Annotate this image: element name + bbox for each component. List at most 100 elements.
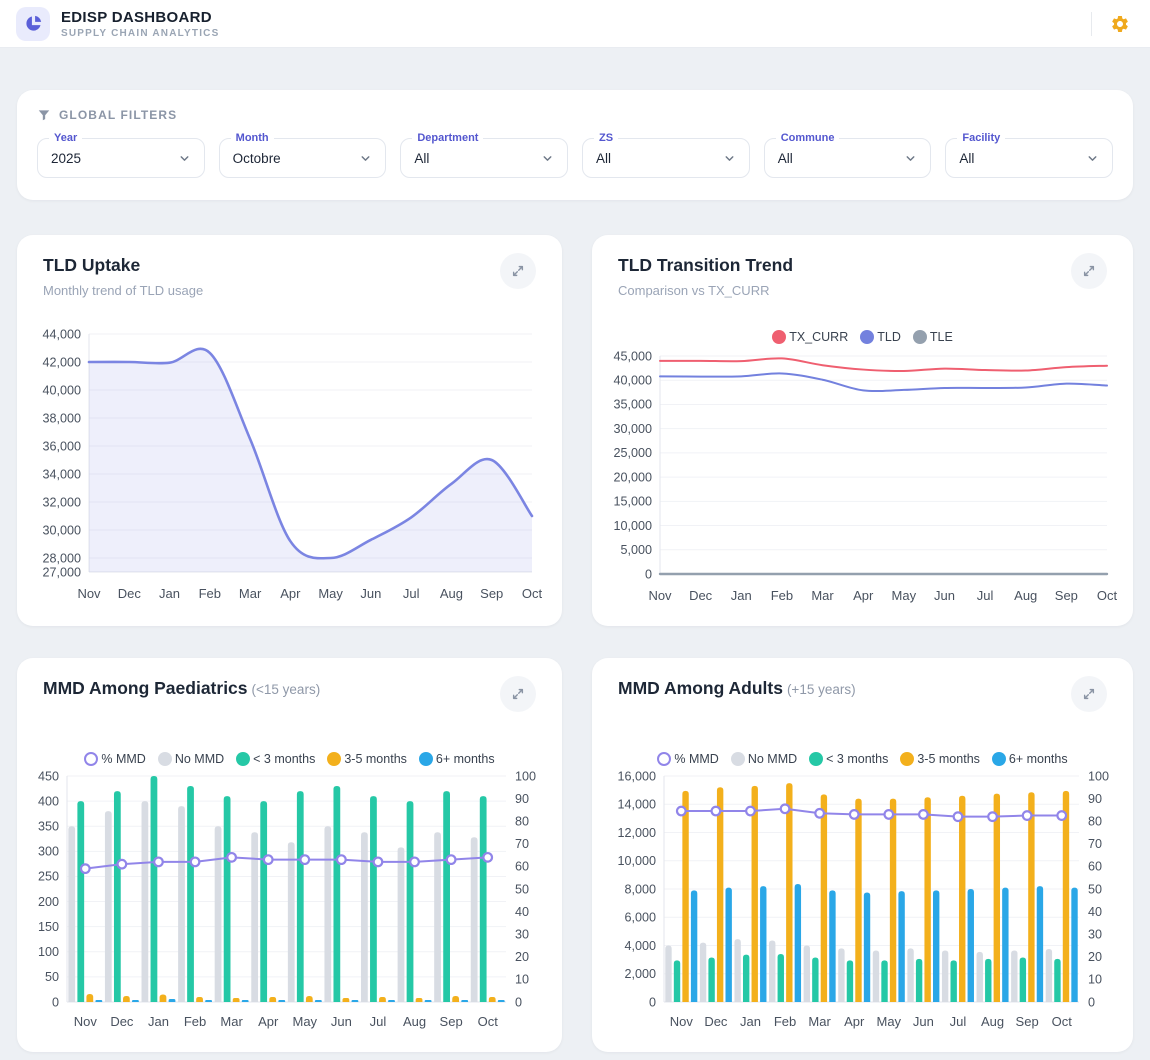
legend-label: % MMD <box>101 752 145 766</box>
legend-item[interactable]: 3-5 months <box>327 752 407 766</box>
legend-item[interactable]: 6+ months <box>419 752 495 766</box>
legend-item[interactable]: TLE <box>913 330 953 344</box>
svg-text:30,000: 30,000 <box>42 523 81 537</box>
svg-text:Jul: Jul <box>950 1014 967 1029</box>
chevron-down-icon <box>723 152 736 165</box>
legend-item[interactable]: 6+ months <box>992 752 1068 766</box>
tld-transition-chart: 45,00040,00035,00030,00025,00020,00015,0… <box>608 348 1117 608</box>
expand-button[interactable] <box>500 676 536 712</box>
svg-text:100: 100 <box>38 945 59 959</box>
svg-text:50: 50 <box>515 882 529 896</box>
legend-label: TLE <box>930 330 953 344</box>
svg-text:Jul: Jul <box>977 588 994 603</box>
legend-dot <box>731 752 745 766</box>
legend-item[interactable]: No MMD <box>158 752 224 766</box>
svg-text:40,000: 40,000 <box>613 374 652 388</box>
svg-text:350: 350 <box>38 820 59 834</box>
legend-dot <box>913 330 927 344</box>
chart-title: MMD Among Adults(+15 years) <box>618 678 856 699</box>
filter-zs[interactable]: ZS All <box>582 138 750 178</box>
svg-text:May: May <box>877 1014 902 1029</box>
svg-text:Mar: Mar <box>239 586 262 601</box>
svg-text:8,000: 8,000 <box>624 882 656 896</box>
legend-item[interactable]: < 3 months <box>236 752 315 766</box>
legend-item[interactable]: TX_CURR <box>772 330 848 344</box>
header-divider <box>1091 12 1092 36</box>
svg-text:50: 50 <box>45 970 59 984</box>
legend-label: < 3 months <box>253 752 315 766</box>
chevron-down-icon <box>178 152 191 165</box>
svg-text:5,000: 5,000 <box>620 543 652 557</box>
svg-text:Aug: Aug <box>440 586 463 601</box>
svg-text:Nov: Nov <box>670 1014 694 1029</box>
expand-button[interactable] <box>1071 676 1107 712</box>
legend-dot <box>236 752 250 766</box>
svg-text:150: 150 <box>38 920 59 934</box>
chart-title: TLD Transition Trend <box>618 255 797 276</box>
legend-dot <box>900 752 914 766</box>
svg-text:Oct: Oct <box>478 1014 499 1029</box>
svg-text:Dec: Dec <box>118 586 142 601</box>
legend-item[interactable]: % MMD <box>657 752 718 766</box>
chevron-down-icon <box>359 152 372 165</box>
filter-label: ZS <box>594 132 618 145</box>
legend-item[interactable]: No MMD <box>731 752 797 766</box>
chevron-down-icon <box>541 152 554 165</box>
chevron-down-icon <box>904 152 917 165</box>
svg-text:36,000: 36,000 <box>42 439 81 453</box>
svg-text:Mar: Mar <box>220 1014 243 1029</box>
filter-label: Department <box>412 132 483 145</box>
svg-text:15,000: 15,000 <box>613 495 652 509</box>
filter-year[interactable]: Year 2025 <box>37 138 205 178</box>
svg-text:300: 300 <box>38 845 59 859</box>
filter-label: Facility <box>957 132 1005 145</box>
svg-text:40: 40 <box>515 905 529 919</box>
expand-button[interactable] <box>500 253 536 289</box>
svg-text:4,000: 4,000 <box>624 939 656 953</box>
svg-text:0: 0 <box>649 995 656 1009</box>
svg-text:Jun: Jun <box>934 588 955 603</box>
filter-value: All <box>778 151 793 166</box>
legend-label: 3-5 months <box>344 752 407 766</box>
legend-item[interactable]: TLD <box>860 330 901 344</box>
legend-dot <box>772 330 786 344</box>
filter-label: Commune <box>776 132 840 145</box>
svg-text:Jul: Jul <box>370 1014 387 1029</box>
chart-card-mmd-paediatrics: MMD Among Paediatrics(<15 years) % MMDNo… <box>17 658 562 1052</box>
svg-text:20: 20 <box>1088 950 1102 964</box>
svg-text:0: 0 <box>515 995 522 1009</box>
svg-text:Jan: Jan <box>740 1014 761 1029</box>
filter-facility[interactable]: Facility All <box>945 138 1113 178</box>
expand-button[interactable] <box>1071 253 1107 289</box>
svg-text:90: 90 <box>515 792 529 806</box>
filter-value: Octobre <box>233 151 281 166</box>
svg-text:Nov: Nov <box>77 586 101 601</box>
svg-text:250: 250 <box>38 870 59 884</box>
svg-text:27,000: 27,000 <box>42 565 81 579</box>
svg-text:30,000: 30,000 <box>613 422 652 436</box>
svg-text:40: 40 <box>1088 905 1102 919</box>
legend-label: No MMD <box>748 752 797 766</box>
legend-item[interactable]: % MMD <box>84 752 145 766</box>
filter-month[interactable]: Month Octobre <box>219 138 387 178</box>
page-subtitle: SUPPLY CHAIN ANALYTICS <box>61 28 219 39</box>
svg-text:12,000: 12,000 <box>617 826 656 840</box>
svg-text:10: 10 <box>515 973 529 987</box>
svg-text:Aug: Aug <box>981 1014 1004 1029</box>
svg-text:Feb: Feb <box>774 1014 796 1029</box>
legend-item[interactable]: 3-5 months <box>900 752 980 766</box>
page-title: EDISP DASHBOARD <box>61 9 219 26</box>
svg-text:400: 400 <box>38 794 59 808</box>
legend-item[interactable]: < 3 months <box>809 752 888 766</box>
svg-text:10: 10 <box>1088 973 1102 987</box>
chart-card-mmd-adults: MMD Among Adults(+15 years) % MMD No MMD <… <box>592 658 1133 1052</box>
svg-text:Jan: Jan <box>159 586 180 601</box>
chart-legend: % MMD No MMD < 3 months 3-5 months 6+ months <box>608 752 1117 766</box>
settings-button[interactable] <box>1106 10 1134 38</box>
chart-title: TLD Uptake <box>43 255 203 276</box>
filter-commune[interactable]: Commune All <box>764 138 932 178</box>
filter-department[interactable]: Department All <box>400 138 568 178</box>
legend-label: % MMD <box>674 752 718 766</box>
charts-grid: TLD Uptake Monthly trend of TLD usage 44… <box>17 235 1133 1052</box>
legend-label: No MMD <box>175 752 224 766</box>
